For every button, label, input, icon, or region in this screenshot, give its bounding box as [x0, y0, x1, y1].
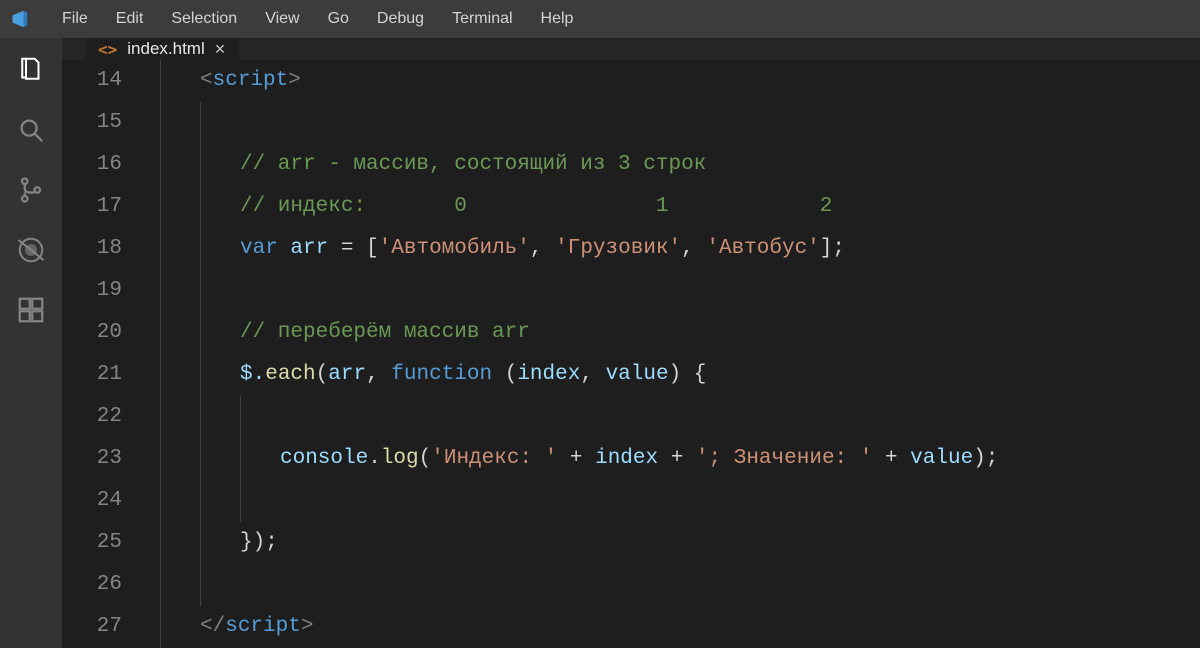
- code-editor[interactable]: 1415161718192021222324252627 <script> //…: [62, 60, 1200, 648]
- code-line: <script>: [160, 60, 1200, 102]
- line-number: 16: [62, 144, 122, 186]
- line-number: 23: [62, 438, 122, 480]
- line-number: 17: [62, 186, 122, 228]
- line-number: 15: [62, 102, 122, 144]
- code-line: </script>: [160, 606, 1200, 648]
- menu-bar: File Edit Selection View Go Debug Termin…: [0, 0, 1200, 38]
- line-number-gutter: 1415161718192021222324252627: [62, 60, 150, 648]
- editor-area: <> index.html × 141516171819202122232425…: [62, 38, 1200, 648]
- line-number: 25: [62, 522, 122, 564]
- line-number: 14: [62, 60, 122, 102]
- code-line: $.each(arr, function (index, value) {: [160, 354, 1200, 396]
- search-icon[interactable]: [15, 114, 47, 146]
- html-file-icon: <>: [98, 40, 117, 59]
- code-line: [160, 396, 1200, 438]
- line-number: 19: [62, 270, 122, 312]
- code-line: [160, 102, 1200, 144]
- code-line: // индекс: 0 1 2: [160, 186, 1200, 228]
- menu-terminal[interactable]: Terminal: [438, 10, 526, 28]
- line-number: 22: [62, 396, 122, 438]
- files-icon[interactable]: [15, 54, 47, 86]
- code-line: console.log('Индекс: ' + index + '; Знач…: [160, 438, 1200, 480]
- code-line: var arr = ['Автомобиль', 'Грузовик', 'Ав…: [160, 228, 1200, 270]
- menu-file[interactable]: File: [48, 10, 102, 28]
- code-line: // arr - массив, состоящий из 3 строк: [160, 144, 1200, 186]
- line-number: 18: [62, 228, 122, 270]
- line-number: 20: [62, 312, 122, 354]
- activity-bar: [0, 38, 62, 648]
- code-line: // переберём массив arr: [160, 312, 1200, 354]
- menu-help[interactable]: Help: [527, 10, 588, 28]
- extensions-icon[interactable]: [15, 294, 47, 326]
- menu-view[interactable]: View: [251, 10, 313, 28]
- source-control-icon[interactable]: [15, 174, 47, 206]
- code-line: });: [160, 522, 1200, 564]
- tab-bar: <> index.html ×: [62, 38, 1200, 60]
- menu-debug[interactable]: Debug: [363, 10, 438, 28]
- code-line: [160, 270, 1200, 312]
- vscode-logo-icon: [8, 8, 30, 30]
- close-icon[interactable]: ×: [215, 40, 226, 58]
- menu-edit[interactable]: Edit: [102, 10, 158, 28]
- line-number: 24: [62, 480, 122, 522]
- line-number: 26: [62, 564, 122, 606]
- debug-icon[interactable]: [15, 234, 47, 266]
- line-number: 21: [62, 354, 122, 396]
- code-content[interactable]: <script> // arr - массив, состоящий из 3…: [150, 60, 1200, 648]
- line-number: 27: [62, 606, 122, 648]
- menu-go[interactable]: Go: [314, 10, 363, 28]
- tab-index-html[interactable]: <> index.html ×: [86, 38, 240, 60]
- menu-selection[interactable]: Selection: [157, 10, 251, 28]
- tab-filename: index.html: [127, 39, 204, 59]
- code-line: [160, 480, 1200, 522]
- code-line: [160, 564, 1200, 606]
